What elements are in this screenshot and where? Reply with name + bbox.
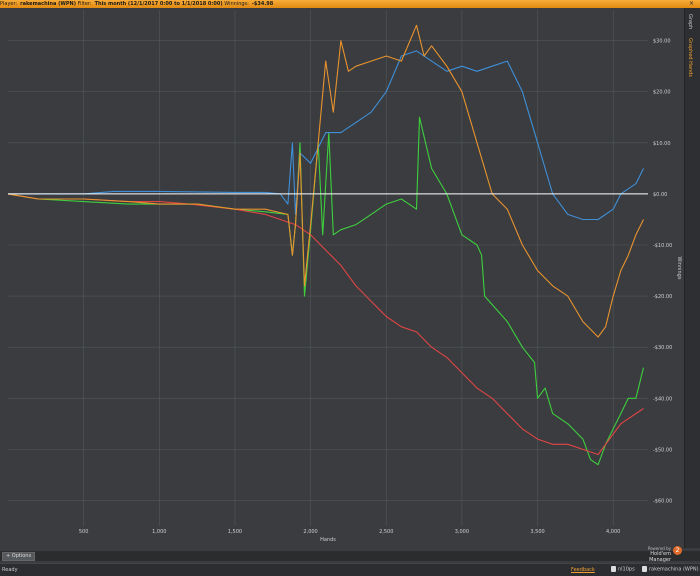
winnings-label: Winnings: xyxy=(224,1,249,7)
winnings-chart: 500 1,000 1,500 2,000 2,500 3,000 3,500 4,000 $3… xyxy=(0,8,684,557)
y-tick-label: -$30.00 xyxy=(653,345,672,351)
y-tick-label: -$50.00 xyxy=(653,447,672,453)
x-tick-label: 500 xyxy=(79,529,89,535)
y-tick-label: $20.00 xyxy=(653,90,671,96)
x-tick-label: 1,000 xyxy=(152,529,166,535)
y-axis-label: Winnings xyxy=(676,257,682,280)
y-tick-label: $0.00 xyxy=(653,192,667,198)
plot-area xyxy=(8,10,648,526)
x-tick-label: 2,000 xyxy=(303,529,317,535)
close-icon[interactable]: × xyxy=(689,0,694,8)
user-indicator[interactable]: rakemachina (WPN) xyxy=(642,566,699,573)
x-tick-label: 2,500 xyxy=(379,529,393,535)
site-icon xyxy=(611,566,616,572)
user-label: rakemachina (WPN) xyxy=(649,566,699,573)
options-bar: + Options xyxy=(0,551,700,561)
options-button[interactable]: + Options xyxy=(2,552,36,561)
status-bar: Ready Feedback nl10ps rakemachina (WPN) xyxy=(0,563,700,576)
x-axis-label: Hands xyxy=(320,537,336,543)
y-tick-label: -$20.00 xyxy=(653,294,672,300)
site-label: nl10ps xyxy=(618,566,635,573)
y-tick-label: -$60.00 xyxy=(653,498,672,504)
x-tick-label: 3,000 xyxy=(455,529,469,535)
chart-svg: 500 1,000 1,500 2,000 2,500 3,000 3,500 4,000 $3… xyxy=(7,10,682,557)
tab-graphed-hands[interactable]: Graphed Hands xyxy=(687,38,693,77)
x-tick-label: 3,500 xyxy=(530,529,544,535)
y-tick-label: $10.00 xyxy=(653,141,671,147)
hm2-logo-icon: 2 xyxy=(673,546,682,555)
filter-value: This month (12/1/2017 0:00 to 1/1/2018 0… xyxy=(94,1,223,7)
side-tabs: Graph Graphed Hands xyxy=(684,8,700,548)
site-indicator[interactable]: nl10ps xyxy=(611,566,635,573)
y-tick-label: -$40.00 xyxy=(653,396,672,402)
winnings-value: -$34.98 xyxy=(251,1,274,7)
x-tick-label: 1,500 xyxy=(228,529,242,535)
player-value: rakemachina (WPN) xyxy=(20,1,77,7)
player-icon xyxy=(642,566,647,572)
branding: Powered by Hold'em Manager xyxy=(631,546,671,563)
status-ready: Ready xyxy=(2,567,18,573)
y-tick-label: -$10.00 xyxy=(653,243,672,249)
y-tick-label: $30.00 xyxy=(653,39,671,45)
feedback-link[interactable]: Feedback xyxy=(571,567,595,573)
player-label: Player: xyxy=(0,1,18,7)
brand-line2: Hold'em Manager xyxy=(649,551,671,563)
title-bar: Player: rakemachina (WPN) Filter: This mon… xyxy=(0,0,700,8)
tab-graph[interactable]: Graph xyxy=(687,14,693,29)
x-tick-label: 4,000 xyxy=(606,529,620,535)
filter-label: Filter: xyxy=(77,1,92,7)
